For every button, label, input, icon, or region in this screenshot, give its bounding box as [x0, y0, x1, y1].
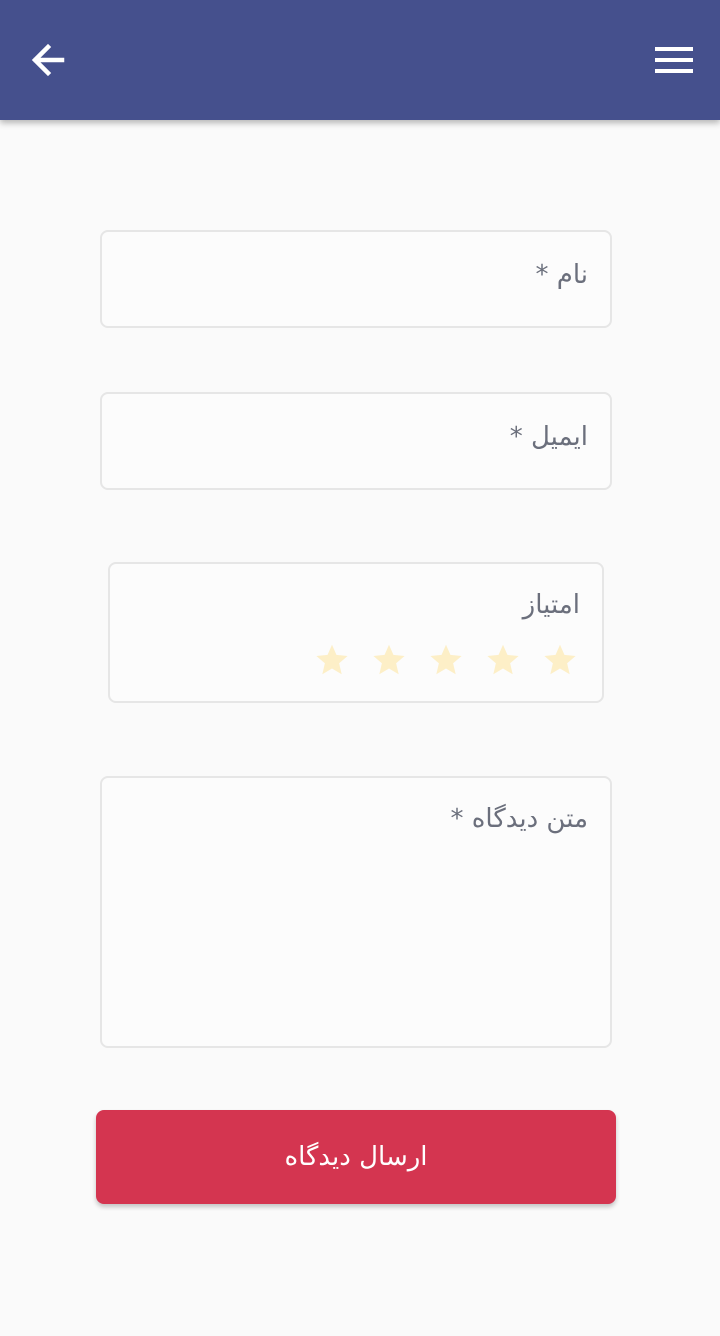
name-input[interactable] — [102, 232, 610, 326]
rating-field: امتیاز — [108, 562, 604, 703]
hamburger-menu-icon — [655, 47, 693, 73]
name-label: نام * — [535, 260, 588, 290]
rating-label: امتیاز — [522, 590, 580, 620]
back-button[interactable] — [20, 32, 76, 88]
email-label: ایمیل * — [509, 422, 588, 452]
star-icon[interactable] — [485, 642, 521, 678]
comment-field[interactable]: متن دیدگاه * — [100, 776, 612, 1048]
star-icon[interactable] — [371, 642, 407, 678]
menu-button[interactable] — [646, 32, 702, 88]
email-field[interactable]: ایمیل * — [100, 392, 612, 490]
app-bar — [0, 0, 720, 120]
rating-stars — [314, 642, 578, 678]
submit-comment-button[interactable]: ارسال دیدگاه — [96, 1110, 616, 1204]
star-icon[interactable] — [542, 642, 578, 678]
star-icon[interactable] — [428, 642, 464, 678]
comment-label: متن دیدگاه * — [450, 804, 588, 834]
star-icon[interactable] — [314, 642, 350, 678]
submit-button-label: ارسال دیدگاه — [284, 1142, 428, 1172]
name-field[interactable]: نام * — [100, 230, 612, 328]
arrow-left-icon — [31, 43, 65, 77]
